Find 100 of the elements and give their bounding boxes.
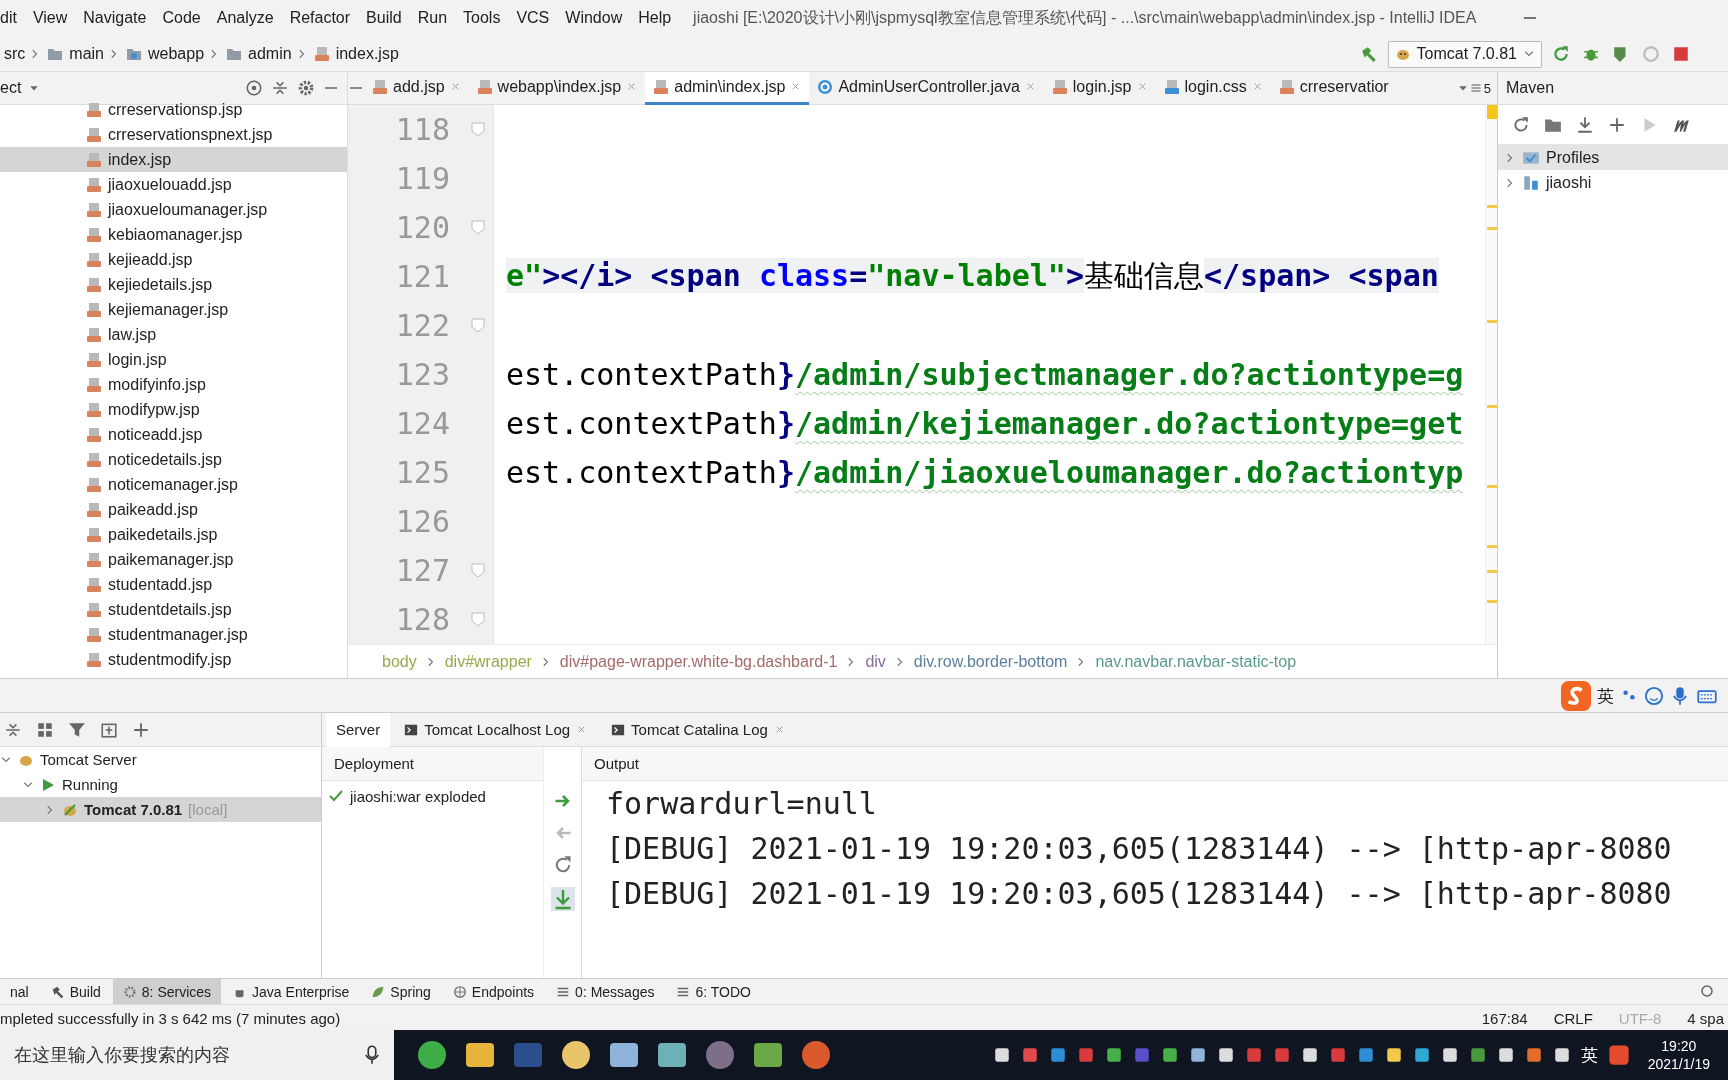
tree-item[interactable]: login.jsp xyxy=(0,347,347,372)
add-icon[interactable] xyxy=(1608,115,1626,134)
app-icon[interactable] xyxy=(800,1039,832,1071)
breadcrumb-item[interactable]: div.row.border-bottom xyxy=(913,652,1068,671)
breadcrumb-item[interactable]: div xyxy=(865,652,886,671)
breadcrumb-item[interactable]: main xyxy=(69,45,104,63)
run-config-dropdown[interactable]: Tomcat 7.0.81 xyxy=(1387,40,1542,68)
tool-window-button[interactable]: 8: Services xyxy=(112,979,222,1004)
deployment-item[interactable]: jiaoshi:war exploded xyxy=(350,787,486,805)
menu-item[interactable]: VCS xyxy=(516,9,558,27)
menu-item[interactable]: Run xyxy=(417,9,456,27)
locate-icon[interactable] xyxy=(245,79,263,97)
tray-icon[interactable] xyxy=(992,1046,1011,1064)
tray-icon[interactable] xyxy=(1524,1046,1543,1064)
group-icon[interactable] xyxy=(36,720,54,739)
rerun-icon[interactable] xyxy=(1552,45,1570,63)
breadcrumb-item[interactable]: admin xyxy=(248,45,292,63)
caret-position[interactable]: 167:84 xyxy=(1481,1009,1528,1027)
menu-item[interactable]: Refactor xyxy=(289,9,359,27)
tree-item[interactable]: law.jsp xyxy=(0,322,347,347)
menu-item[interactable]: Build xyxy=(366,9,410,27)
tree-item[interactable]: crreservationsp.jsp xyxy=(0,97,347,122)
tree-item[interactable]: modifypw.jsp xyxy=(0,397,347,422)
microphone-icon[interactable] xyxy=(362,1045,382,1065)
tree-item[interactable]: paikedetails.jsp xyxy=(0,522,347,547)
tree-item[interactable]: studentmodify.jsp xyxy=(0,647,347,672)
tray-icon[interactable] xyxy=(1216,1046,1235,1064)
tree-item[interactable]: studentadd.jsp xyxy=(0,572,347,597)
search-field[interactable]: 在这里输入你要搜索的内容 xyxy=(0,1030,394,1080)
menu-item[interactable]: Tools xyxy=(463,9,509,27)
clock[interactable]: 19:20 2021/1/19 xyxy=(1639,1037,1718,1073)
tree-item[interactable]: jiaoxueloumanager.jsp xyxy=(0,197,347,222)
stop-icon[interactable] xyxy=(1672,45,1690,63)
editor-tab[interactable]: admin\index.jsp xyxy=(645,72,810,105)
add-icon[interactable] xyxy=(132,720,150,739)
tool-window-button[interactable]: Build xyxy=(40,979,111,1004)
menu-item[interactable]: Analyze xyxy=(216,9,282,27)
tree-node[interactable]: Running xyxy=(0,772,321,797)
tree-node[interactable]: Tomcat Server xyxy=(0,747,321,772)
menu-item[interactable]: View xyxy=(32,9,76,27)
tree-item[interactable]: crreservationspnext.jsp xyxy=(0,122,347,147)
tree-item[interactable]: Profiles xyxy=(1498,145,1728,170)
tree-item[interactable]: studentmanager.jsp xyxy=(0,622,347,647)
breadcrumb-item[interactable]: div#page-wrapper.white-bg.dashbard-1 xyxy=(559,652,838,671)
ime-indicator[interactable]: 英 xyxy=(1580,1043,1598,1067)
tray-icon[interactable] xyxy=(1552,1046,1571,1064)
log-tab[interactable]: Tomcat Localhost Log xyxy=(394,713,598,747)
tree-item[interactable]: jiaoshi xyxy=(1498,170,1728,195)
tab-overflow-button[interactable]: 5 xyxy=(1457,80,1497,96)
tree-item[interactable]: noticedetails.jsp xyxy=(0,447,347,472)
download-icon[interactable] xyxy=(1576,115,1594,134)
tree-item[interactable]: studentdetails.jsp xyxy=(0,597,347,622)
tree-item[interactable]: noticemanager.jsp xyxy=(0,472,347,497)
tray-icon[interactable] xyxy=(1496,1046,1515,1064)
editor-tab[interactable]: crreservatior xyxy=(1270,72,1397,105)
app-icon[interactable] xyxy=(416,1039,448,1071)
tree-item[interactable]: index.jsp xyxy=(0,147,347,172)
tree-item[interactable]: paikeadd.jsp xyxy=(0,497,347,522)
ime-logo-icon[interactable] xyxy=(1561,681,1591,711)
editor-tab[interactable]: AdminUserController.java xyxy=(809,72,1044,105)
app-icon[interactable] xyxy=(1607,1044,1630,1066)
editor-tab[interactable]: webapp\index.jsp xyxy=(468,72,646,105)
tool-window-button[interactable]: Endpoints xyxy=(442,979,545,1004)
tree-item[interactable]: paikemanager.jsp xyxy=(0,547,347,572)
tray-icon[interactable] xyxy=(1300,1046,1319,1064)
tool-window-button[interactable]: Spring xyxy=(361,979,441,1004)
log-tab[interactable]: Server xyxy=(326,713,391,747)
tree-item[interactable]: jiaoxuelouadd.jsp xyxy=(0,172,347,197)
tree-item[interactable]: kebiaomanager.jsp xyxy=(0,222,347,247)
ime-mode[interactable]: 英 xyxy=(1597,684,1614,708)
panel-title[interactable]: ect xyxy=(0,79,22,97)
indent-setting[interactable]: 4 spa xyxy=(1687,1009,1724,1027)
breadcrumb-item[interactable]: src xyxy=(4,45,26,63)
tool-window-button[interactable]: Java Enterprise xyxy=(223,979,360,1004)
menu-item[interactable]: Code xyxy=(162,9,209,27)
tree-item[interactable]: kejiedetails.jsp xyxy=(0,272,347,297)
tree-item[interactable]: modifyinfo.jsp xyxy=(0,372,347,397)
breadcrumb-item[interactable]: webapp xyxy=(148,45,205,63)
editor-tab[interactable]: add.jsp xyxy=(364,72,469,105)
tray-icon[interactable] xyxy=(1412,1046,1431,1064)
tray-icon[interactable] xyxy=(1440,1046,1459,1064)
tree-node[interactable]: Tomcat 7.0.81 [local] xyxy=(0,797,321,822)
tree-item[interactable]: kejieadd.jsp xyxy=(0,247,347,272)
tray-icon[interactable] xyxy=(1104,1046,1123,1064)
app-icon[interactable] xyxy=(560,1039,592,1071)
menu-item[interactable]: Navigate xyxy=(83,9,155,27)
settings-icon[interactable] xyxy=(297,79,315,97)
tool-window-button[interactable]: nal xyxy=(0,979,39,1004)
menu-item[interactable]: Window xyxy=(565,9,631,27)
tray-icon[interactable] xyxy=(1160,1046,1179,1064)
breadcrumb-item[interactable]: index.jsp xyxy=(335,45,399,63)
tray-icon[interactable] xyxy=(1384,1046,1403,1064)
hammer-icon[interactable] xyxy=(1359,45,1378,63)
menu-item[interactable]: dit xyxy=(0,9,25,27)
refresh-icon[interactable] xyxy=(1512,115,1530,134)
tree-item[interactable]: noticeadd.jsp xyxy=(0,422,347,447)
tree-item[interactable]: kejiemanager.jsp xyxy=(0,297,347,322)
emoji-icon[interactable] xyxy=(1644,686,1664,706)
editor-tab[interactable]: login.jsp xyxy=(1043,72,1156,105)
menu-item[interactable]: Help xyxy=(638,9,680,27)
